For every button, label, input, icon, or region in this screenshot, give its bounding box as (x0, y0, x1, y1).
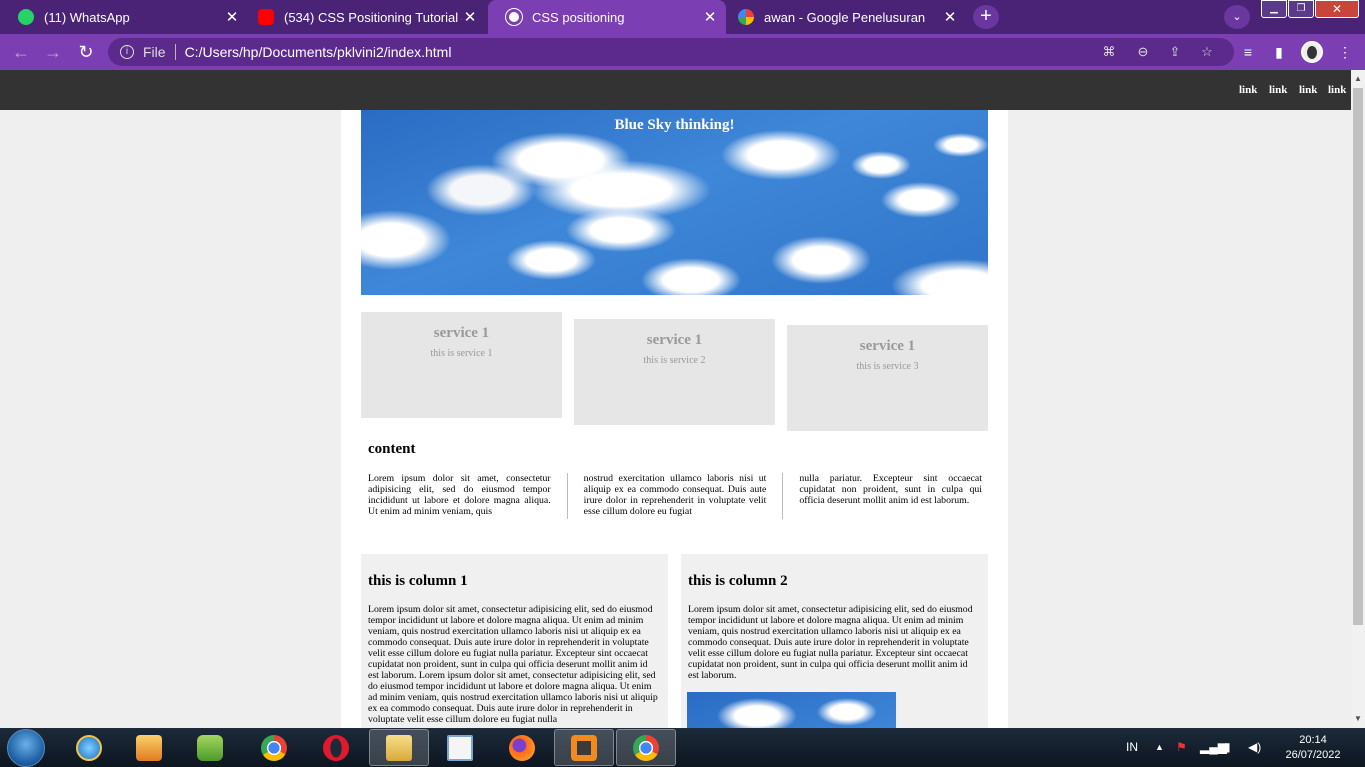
content-column-text: nostrud exercitation ullamco laboris nis… (566, 473, 783, 519)
close-tab-icon[interactable]: ✕ (224, 8, 240, 26)
page-viewport: link link link link Blue Sky thinking! s… (0, 70, 1351, 728)
scroll-down-icon[interactable]: ▼ (1354, 714, 1362, 723)
windows-taskbar: IN ▲ ⚑ ▂▄▆ ▮ ◀) 20:14 26/07/2022 (0, 728, 1365, 767)
bookmark-star-icon[interactable]: ☆ (1196, 38, 1218, 66)
column-1-text: Lorem ipsum dolor sit amet, consectetur … (368, 604, 658, 725)
column-2-text: Lorem ipsum dolor sit amet, consectetur … (688, 604, 973, 681)
power-icon[interactable]: ▮ (1224, 728, 1231, 767)
content-heading: content (368, 441, 416, 457)
start-button[interactable] (7, 729, 45, 767)
screen: (11) WhatsApp ✕ (534) CSS Positioning Tu… (0, 0, 1365, 767)
new-tab-button[interactable]: + (973, 5, 999, 29)
notepad-icon[interactable] (430, 729, 490, 766)
forward-icon[interactable]: → (42, 42, 64, 62)
tab-css-positioning[interactable]: CSS positioning ✕ (488, 0, 726, 34)
chrome-profile-icon[interactable] (616, 729, 676, 766)
service-desc: this is service 1 (430, 348, 493, 359)
tab-title: (534) CSS Positioning Tutorial #1 (284, 9, 462, 25)
maximize-icon[interactable]: ❐ (1288, 0, 1314, 18)
opera-icon[interactable] (306, 729, 366, 766)
globe-icon (505, 8, 523, 26)
close-tab-icon[interactable]: ✕ (462, 8, 478, 26)
translate-icon[interactable]: ⌘ (1098, 38, 1120, 66)
content-column-text: Lorem ipsum dolor sit amet, consectetur … (368, 473, 551, 517)
show-hidden-icons-icon[interactable]: ▲ (1155, 728, 1164, 767)
page-scrollbar[interactable]: ▲ ▼ (1351, 70, 1365, 728)
android-icon[interactable] (180, 729, 240, 766)
sky-image (687, 692, 896, 728)
clock-time: 20:14 (1299, 734, 1327, 746)
signal-icon[interactable]: ▂▄▆ (1200, 728, 1227, 767)
close-tab-icon[interactable]: ✕ (702, 8, 718, 26)
nav-link[interactable]: link (1299, 84, 1317, 96)
nav-link[interactable]: link (1239, 84, 1257, 96)
address-bar[interactable]: i File C:/Users/hp/Documents/pklvini2/in… (108, 38, 1234, 66)
url-text: C:/Users/hp/Documents/pklvini2/index.htm… (184, 44, 452, 60)
zoom-icon[interactable]: ⊖ (1132, 38, 1154, 66)
content-column-text: nulla pariatur. Excepteur sint occaecat … (782, 473, 982, 519)
close-tab-icon[interactable]: ✕ (942, 8, 958, 26)
service-title: service 1 (433, 325, 490, 341)
language-indicator[interactable]: IN (1126, 728, 1138, 767)
reload-icon[interactable]: ↻ (75, 42, 97, 62)
reading-list-icon[interactable]: ≡ (1237, 42, 1259, 62)
tab-title: awan - Google Penelusuran (764, 9, 926, 25)
avatar[interactable] (1301, 41, 1323, 63)
column-1-title: this is column 1 (368, 573, 468, 589)
nav-link[interactable]: link (1269, 84, 1287, 96)
whatsapp-icon (18, 9, 34, 25)
tab-title: CSS positioning (532, 9, 625, 25)
tab-title: (11) WhatsApp (44, 9, 130, 25)
hero-title: Blue Sky thinking! (614, 117, 735, 133)
tab-search-icon[interactable]: ⌄ (1224, 5, 1250, 29)
site-navbar: link link link link (0, 70, 1351, 110)
internet-explorer-icon[interactable] (59, 729, 119, 766)
minimize-icon[interactable]: ▁ (1261, 0, 1287, 18)
hero-banner: Blue Sky thinking! (361, 110, 988, 295)
service-title: service 1 (859, 338, 916, 354)
column-2-box: this is column 2 Lorem ipsum dolor sit a… (681, 554, 988, 728)
info-icon[interactable]: i (120, 45, 134, 59)
chrome-icon[interactable] (244, 729, 304, 766)
side-panel-icon[interactable]: ▮ (1268, 42, 1290, 62)
close-window-icon[interactable]: ✕ (1315, 0, 1359, 18)
divider (174, 44, 176, 60)
service-desc: this is service 3 (856, 361, 919, 372)
service-card: service 1 this is service 3 (787, 325, 988, 431)
file-explorer-icon[interactable] (369, 729, 429, 766)
back-icon[interactable]: ← (10, 42, 32, 62)
service-card: service 1 this is service 2 (574, 319, 775, 425)
media-player-icon[interactable] (119, 729, 179, 766)
tab-google-search[interactable]: awan - Google Penelusuran ✕ (728, 0, 966, 34)
service-title: service 1 (646, 332, 703, 348)
network-error-icon[interactable]: ⚑ (1176, 728, 1187, 767)
sublime-text-icon[interactable] (554, 729, 614, 766)
clock-date: 26/07/2022 (1285, 749, 1341, 761)
scrollbar-thumb[interactable] (1353, 88, 1363, 625)
scroll-up-icon[interactable]: ▲ (1354, 74, 1362, 83)
share-icon[interactable]: ⇪ (1164, 38, 1186, 66)
column-1-box: this is column 1 Lorem ipsum dolor sit a… (361, 554, 668, 728)
youtube-icon (258, 9, 274, 25)
nav-link[interactable]: link (1328, 84, 1346, 96)
system-clock[interactable]: 20:14 26/07/2022 (1278, 733, 1348, 763)
column-2-title: this is column 2 (688, 573, 788, 589)
content-columns: Lorem ipsum dolor sit amet, consectetur … (368, 473, 982, 519)
tab-strip: (11) WhatsApp ✕ (534) CSS Positioning Tu… (0, 0, 1365, 34)
tab-youtube[interactable]: (534) CSS Positioning Tutorial #1 ✕ (248, 0, 486, 34)
google-icon (738, 9, 754, 25)
browser-toolbar: ← → ↻ i File C:/Users/hp/Documents/pklvi… (0, 34, 1365, 70)
service-desc: this is service 2 (643, 355, 706, 366)
page-container: Blue Sky thinking! service 1 this is ser… (341, 110, 1008, 728)
volume-icon[interactable]: ◀) (1248, 728, 1261, 767)
scheme-label: File (143, 44, 166, 60)
tab-whatsapp[interactable]: (11) WhatsApp ✕ (0, 0, 248, 34)
firefox-icon[interactable] (492, 729, 552, 766)
menu-icon[interactable]: ⋮ (1334, 42, 1356, 62)
service-card: service 1 this is service 1 (361, 312, 562, 418)
